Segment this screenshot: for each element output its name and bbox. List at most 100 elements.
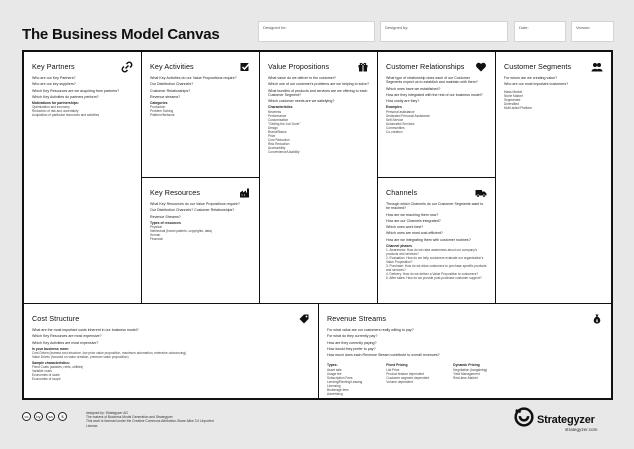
key-activities-question: Customer Relationships? <box>150 88 191 93</box>
revenue-streams-block[interactable]: Revenue Streams $ For what value are our… <box>319 304 611 398</box>
key-partners-question: Who are our key suppliers? <box>32 82 76 87</box>
customer-relationships-sub: Co-creation <box>386 129 403 134</box>
key-partners-question: Which Key Activities do partners perform… <box>32 94 99 99</box>
customer-relationships-question: How are they integrated with the rest of… <box>386 92 483 97</box>
key-activities-title: Key Activities <box>150 62 194 71</box>
value-propositions-block[interactable]: Value Propositions What value do we deli… <box>260 52 378 304</box>
version-field[interactable]: Version: <box>571 21 614 42</box>
cost-structure-sub: Economies of scope <box>32 377 61 382</box>
by-icon: by <box>34 412 43 421</box>
license-text: designed by: Strategyzer AG The makers o… <box>86 411 226 428</box>
channels-sub: 5. After sales: How do we provide post-p… <box>386 276 482 281</box>
money-bag-icon: $ <box>590 312 603 325</box>
revenue-streams-columns: Types: Asset sale Usage fee Subscription… <box>327 361 603 395</box>
customer-segments-question: For whom are we creating value? <box>504 76 558 80</box>
channels-question: How are we integrating them with custome… <box>386 237 471 242</box>
key-partners-question: Which Key Resources are we acquiring fro… <box>32 88 120 93</box>
key-activities-sub: Platform/Network <box>150 113 175 118</box>
checkbox-icon <box>238 60 251 73</box>
license-line: This work is licensed under the Creative… <box>86 419 214 428</box>
key-resources-sub: Financial <box>150 237 163 242</box>
brand-url[interactable]: strategyzer.com <box>565 427 597 432</box>
dynamic-pricing-column: Dynamic Pricing Negotiation (bargaining)… <box>453 361 487 395</box>
designed-for-field[interactable]: Designed for: <box>258 21 375 42</box>
value-propositions-sub: Convenience/Usability <box>268 149 300 154</box>
cost-structure-question: Which Key Resources are most expensive? <box>32 334 102 339</box>
brand-name: Strategyzer <box>537 413 595 426</box>
key-resources-question: Our Distribution Channels? Customer Rela… <box>150 208 235 213</box>
key-resources-title: Key Resources <box>150 188 201 197</box>
value-propositions-question: What value do we deliver to the customer… <box>268 76 336 80</box>
key-partners-question: Who are our Key Partners? <box>32 76 76 80</box>
strategyzer-logo-icon <box>514 407 534 432</box>
channels-question: How are we reaching them now? <box>386 212 439 217</box>
channels-sub: 2. Evaluation: How do we help customers … <box>386 256 484 265</box>
key-resources-question: What Key Resources do our Value Proposit… <box>150 202 240 206</box>
customer-segments-question: Who are our most important customers? <box>504 82 569 87</box>
customer-segments-sub: Multi-sided Platform <box>504 105 533 110</box>
value-propositions-question: What bundles of products and services ar… <box>268 88 368 97</box>
channels-sub: 3. Purchase: How do we allow customers t… <box>386 264 487 273</box>
key-activities-question: What Key Activities do our Value Proposi… <box>150 76 237 80</box>
gift-icon <box>356 60 369 73</box>
people-icon <box>590 60 603 73</box>
channels-question: Which ones are most cost-efficient? <box>386 231 443 236</box>
revenue-types-column: Types: Asset sale Usage fee Subscription… <box>327 361 362 395</box>
cost-structure-question: Which Key Activities are most expensive? <box>32 340 99 345</box>
business-model-canvas: Key Partners Who are our Key Partners? W… <box>22 50 613 400</box>
customer-segments-title: Customer Segments <box>504 62 572 71</box>
revenue-streams-question: How much does each Revenue Stream contri… <box>327 353 440 358</box>
designed-by-field[interactable]: Designed by: <box>380 21 508 42</box>
truck-icon <box>474 186 487 199</box>
fixed-pricing-item: Volume dependent <box>386 379 413 384</box>
value-propositions-title: Value Propositions <box>268 62 330 71</box>
designed-by-label: Designed by: <box>385 25 409 30</box>
channels-question: Through which Channels do our Customer S… <box>386 202 484 211</box>
date-field[interactable]: Date: <box>514 21 566 42</box>
key-partners-questions: Who are our Key Partners? Who are our ke… <box>32 76 133 99</box>
customer-relationships-block[interactable]: Customer Relationships What type of rela… <box>378 52 496 178</box>
dynamic-pricing-item: Real-time-Market <box>453 375 478 380</box>
link-icon <box>120 60 133 73</box>
key-partners-sub: Acquisition of particular resources and … <box>32 113 100 118</box>
key-activities-question: Our Distribution Channels? <box>150 82 194 87</box>
key-partners-block[interactable]: Key Partners Who are our Key Partners? W… <box>24 52 142 304</box>
customer-relationships-title: Customer Relationships <box>386 62 465 71</box>
customer-segments-block[interactable]: Customer Segments For whom are we creati… <box>496 52 611 304</box>
revenue-streams-question: For what do they currently pay? <box>327 334 378 339</box>
customer-relationships-question: How costly are they? <box>386 99 420 104</box>
key-resources-block[interactable]: Key Resources What Key Resources do our … <box>142 178 260 304</box>
customer-relationships-question: What type of relationship does each of o… <box>386 76 478 85</box>
cost-structure-sub: Value Driven (focused on value creation,… <box>32 355 129 360</box>
key-activities-block[interactable]: Key Activities What Key Activities do ou… <box>142 52 260 178</box>
version-label: Version: <box>576 25 591 30</box>
revenue-type: Advertising <box>327 391 343 396</box>
key-partners-title: Key Partners <box>32 62 75 71</box>
revenue-streams-question: How are they currently paying? <box>327 340 377 345</box>
cost-structure-title: Cost Structure <box>32 314 80 323</box>
creative-commons-icons: cc by sa $ <box>22 412 67 421</box>
sa-icon: sa <box>46 412 55 421</box>
cc-icon: cc <box>22 412 31 421</box>
fixed-pricing-column: Fixed Pricing List Price Product feature… <box>386 361 429 395</box>
nc-icon: $ <box>58 412 67 421</box>
heart-icon <box>474 60 487 73</box>
revenue-streams-question: How would they prefer to pay? <box>327 346 376 351</box>
factory-icon <box>238 186 251 199</box>
key-activities-question: Revenue streams? <box>150 94 181 99</box>
price-tag-icon <box>297 312 310 325</box>
customer-relationships-question: Which ones have we established? <box>386 86 441 91</box>
channels-block[interactable]: Channels Through which Channels do our C… <box>378 178 496 304</box>
channels-title: Channels <box>386 188 418 197</box>
cost-structure-block[interactable]: Cost Structure What are the most importa… <box>24 304 319 398</box>
value-propositions-question: Which customer needs are we satisfying? <box>268 99 335 104</box>
date-label: Date: <box>519 25 529 30</box>
designed-for-label: Designed for: <box>263 25 287 30</box>
channels-sub: 1. Awareness: How do we raise awareness … <box>386 248 478 257</box>
revenue-streams-title: Revenue Streams <box>327 314 387 323</box>
page-title: The Business Model Canvas <box>22 26 220 43</box>
cost-structure-question: What are the most important costs inhere… <box>32 328 139 332</box>
channels-question: How are our Channels integrated? <box>386 218 441 223</box>
revenue-streams-question: For what value are our customers really … <box>327 328 414 332</box>
channels-question: Which ones work best? <box>386 225 424 230</box>
